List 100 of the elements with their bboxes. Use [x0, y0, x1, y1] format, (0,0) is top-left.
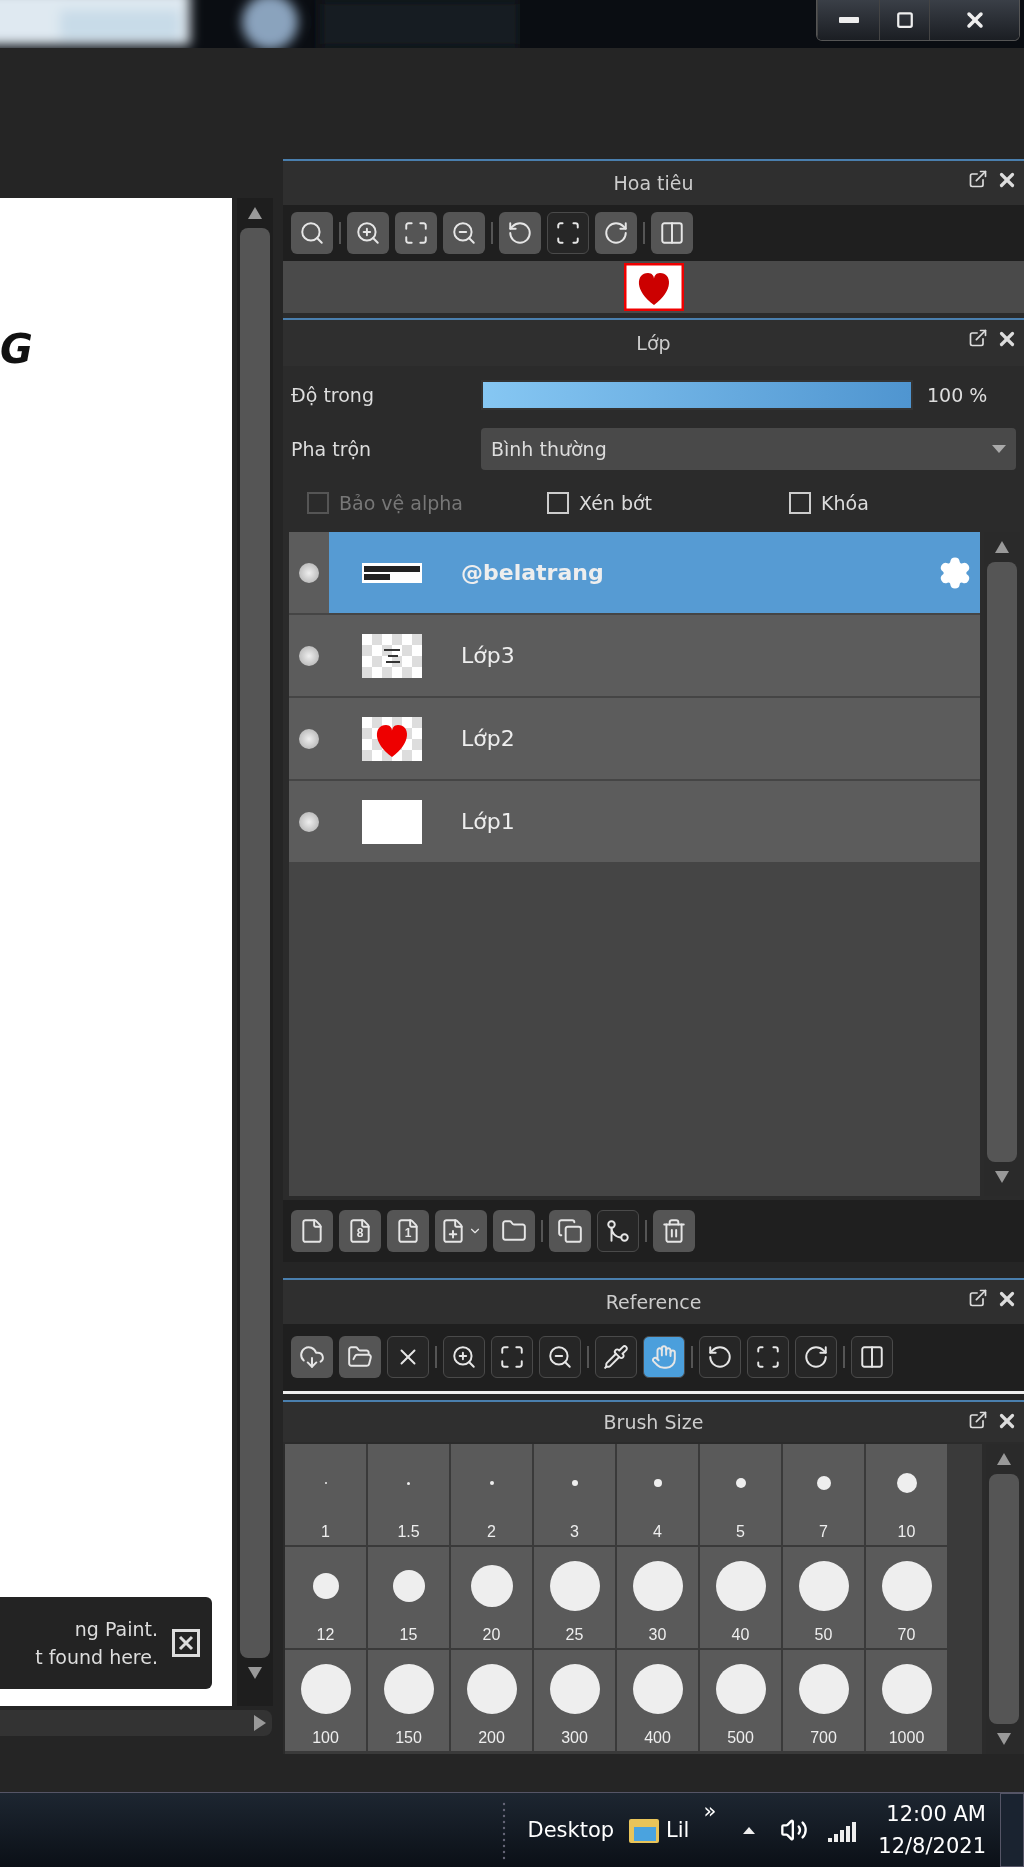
up-arrow-icon[interactable] — [742, 1825, 757, 1835]
tool-button[interactable] — [539, 1336, 581, 1379]
float-icon[interactable] — [968, 1287, 988, 1308]
maximize-icon — [895, 11, 914, 29]
float-icon[interactable] — [968, 1409, 988, 1430]
visibility-dot[interactable] — [299, 562, 319, 583]
page-icon — [299, 1218, 325, 1245]
brush-size-option[interactable]: 1 — [285, 1443, 366, 1545]
brush-size-option[interactable]: 400 — [617, 1649, 698, 1751]
tool-button[interactable] — [291, 1210, 333, 1253]
scrollbar[interactable] — [237, 198, 273, 1706]
taskbar-item[interactable]: Lil — [628, 1815, 690, 1845]
tool-button[interactable]: 1 — [387, 1210, 429, 1253]
option-checkbox[interactable]: Khóa — [789, 492, 989, 515]
tool-button[interactable] — [699, 1336, 741, 1379]
brush-size-option[interactable]: 40 — [700, 1546, 781, 1648]
brush-size-option[interactable]: 5 — [700, 1443, 781, 1545]
hand-icon — [651, 1344, 677, 1371]
brush-size-option[interactable]: 500 — [700, 1649, 781, 1751]
layer-name: Lớp3 — [461, 643, 515, 669]
tool-button[interactable] — [291, 212, 333, 254]
opacity-value: 100 % — [927, 384, 988, 407]
option-checkbox[interactable]: Xén bớt — [547, 492, 789, 515]
scroll-right-icon[interactable] — [254, 1715, 266, 1731]
scroll-up-icon[interactable] — [248, 207, 262, 219]
brush-size-option[interactable]: 300 — [534, 1649, 615, 1751]
blend-dropdown[interactable]: Bình thường — [481, 428, 1016, 471]
flip-icon — [859, 1344, 885, 1371]
brush-size-option[interactable]: 150 — [368, 1649, 449, 1751]
clock[interactable]: 12:00 AM 12/8/2021 — [878, 1798, 986, 1862]
tool-button[interactable] — [547, 212, 589, 254]
brush-size-option[interactable]: 50 — [783, 1546, 864, 1648]
scroll-up-icon[interactable] — [995, 541, 1009, 554]
brush-size-option[interactable]: 2 — [451, 1443, 532, 1545]
layer-thumbnail — [362, 716, 422, 761]
tool-button[interactable] — [347, 212, 389, 254]
float-icon[interactable] — [968, 169, 988, 189]
brush-size-option[interactable]: 10 — [866, 1443, 947, 1545]
visibility-dot[interactable] — [299, 811, 319, 832]
tool-button[interactable] — [443, 212, 485, 254]
scrollbar[interactable] — [0, 1710, 272, 1736]
tool-button[interactable] — [291, 1336, 333, 1379]
gear-icon[interactable] — [938, 555, 972, 590]
brush-size-option[interactable]: 3 — [534, 1443, 615, 1545]
tool-button[interactable] — [595, 1336, 637, 1379]
brush-size-option[interactable]: 200 — [451, 1649, 532, 1751]
brush-size-option[interactable]: 1000 — [866, 1649, 947, 1751]
close-icon[interactable] — [172, 1629, 200, 1657]
brush-size-option[interactable]: 30 — [617, 1546, 698, 1648]
visibility-dot[interactable] — [299, 645, 319, 666]
brush-size-option[interactable]: 12 — [285, 1546, 366, 1648]
brush-size-option[interactable]: 25 — [534, 1546, 615, 1648]
tool-button[interactable] — [747, 1336, 789, 1379]
tool-button[interactable] — [549, 1210, 591, 1253]
brush-size-option[interactable]: 4 — [617, 1443, 698, 1545]
brush-size-option[interactable]: 15 — [368, 1546, 449, 1648]
brush-dot-icon — [489, 1481, 494, 1486]
tool-button[interactable] — [491, 1336, 533, 1379]
tool-button[interactable] — [651, 212, 693, 254]
tool-button[interactable] — [643, 1336, 685, 1379]
tool-button[interactable] — [339, 1336, 381, 1379]
visibility-dot[interactable] — [299, 728, 319, 749]
tool-button[interactable] — [597, 1210, 639, 1253]
layer-thumbnail — [362, 799, 422, 844]
brush-size-option[interactable]: 700 — [783, 1649, 864, 1751]
tool-button[interactable] — [795, 1336, 837, 1379]
close-button[interactable] — [929, 0, 1019, 40]
brush-dot-icon — [407, 1481, 410, 1485]
taskbar-item[interactable]: Desktop — [527, 1818, 615, 1842]
layer-row[interactable]: Lớp3 — [289, 615, 980, 697]
notification-text: ng Paint. t found here. — [35, 1617, 158, 1670]
tool-button[interactable]: 8 — [339, 1210, 381, 1253]
scroll-down-icon[interactable] — [248, 1667, 262, 1679]
overflow-chevron[interactable]: » — [703, 1799, 717, 1823]
tool-button[interactable] — [851, 1336, 893, 1379]
brush-size-option[interactable]: 1.5 — [368, 1443, 449, 1545]
navigator-preview[interactable] — [623, 263, 684, 311]
maximize-button[interactable] — [879, 0, 929, 40]
tool-button[interactable] — [499, 212, 541, 254]
layer-thumbnail — [362, 633, 422, 678]
scroll-down-icon[interactable] — [995, 1171, 1009, 1184]
tool-button[interactable] — [435, 1210, 487, 1253]
layer-row[interactable]: Lớp1 — [289, 781, 980, 863]
brush-size-option[interactable]: 20 — [451, 1546, 532, 1648]
scroll-up-icon[interactable] — [997, 1452, 1012, 1465]
tool-button[interactable] — [387, 1336, 429, 1379]
rotate-right-icon — [603, 220, 629, 246]
tool-button[interactable] — [493, 1210, 535, 1253]
minimize-button[interactable] — [817, 0, 879, 40]
brush-size-option[interactable]: 7 — [783, 1443, 864, 1545]
tool-button[interactable] — [443, 1336, 485, 1379]
scroll-down-icon[interactable] — [997, 1732, 1012, 1745]
brush-size-option[interactable]: 70 — [866, 1546, 947, 1648]
brush-size-option[interactable]: 100 — [285, 1649, 366, 1751]
tool-button[interactable] — [595, 212, 637, 254]
float-icon[interactable] — [968, 328, 988, 349]
layer-row[interactable]: Lớp2 — [289, 698, 980, 780]
tool-button[interactable] — [653, 1210, 695, 1253]
tool-button[interactable] — [395, 212, 437, 254]
fit-icon — [403, 220, 429, 246]
